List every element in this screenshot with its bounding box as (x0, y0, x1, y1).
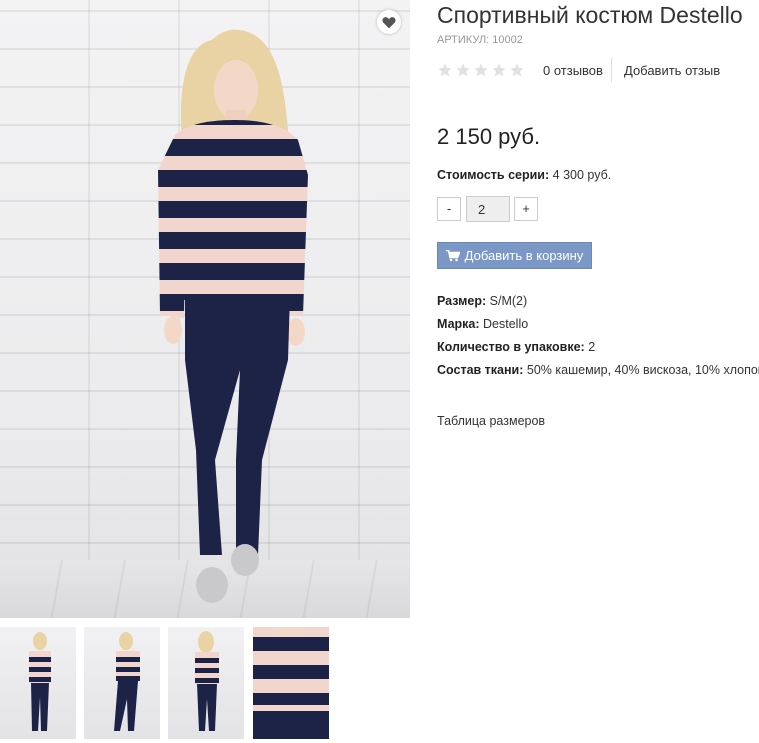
attribute-label: Размер: (437, 294, 487, 308)
thumbnail-side-image (114, 632, 140, 731)
model-illustration (158, 29, 308, 603)
attribute-brand: Марка: Destello (437, 315, 759, 338)
quantity-input[interactable] (466, 196, 510, 222)
attribute-value: Destello (483, 317, 529, 331)
thumbnail-side[interactable] (84, 627, 160, 739)
attribute-fabric: Состав ткани: 50% кашемир, 40% вискоза, … (437, 361, 759, 384)
series-price-value: 4 300 руб. (552, 168, 612, 182)
divider (611, 58, 612, 82)
thumbnail-front[interactable] (0, 627, 76, 739)
main-product-photo[interactable] (0, 0, 410, 618)
thumbnail-front-image (29, 632, 51, 731)
add-review-link[interactable]: Добавить отзыв (624, 63, 720, 78)
star-icon[interactable] (455, 62, 471, 78)
star-icon[interactable] (491, 62, 507, 78)
heart-icon (382, 16, 396, 28)
series-price-label: Стоимость серии: (437, 168, 550, 182)
star-icon[interactable] (509, 62, 525, 78)
attribute-label: Марка: (437, 317, 480, 331)
quantity-increase-button[interactable]: + (514, 197, 538, 221)
quantity-decrease-button[interactable]: - (437, 197, 461, 221)
attribute-label: Состав ткани: (437, 363, 524, 377)
product-title: Спортивный костюм Destello (437, 2, 743, 28)
attribute-value: 50% кашемир, 40% вискоза, 10% хлопок (526, 363, 759, 377)
attribute-size: Размер: S/M(2) (437, 292, 759, 315)
reviews-count-link[interactable]: 0 отзывов (543, 63, 603, 78)
sku-label: АРТИКУЛ: (437, 34, 490, 46)
star-icon[interactable] (437, 62, 453, 78)
attribute-label: Количество в упаковке: (437, 340, 585, 354)
product-price: 2 150 руб. (437, 124, 541, 149)
thumbnail-back[interactable] (168, 627, 244, 739)
attribute-pack-quantity: Количество в упаковке: 2 (437, 338, 759, 361)
rating-stars[interactable] (437, 62, 525, 78)
star-icon[interactable] (473, 62, 489, 78)
thumbnail-detail[interactable] (253, 627, 329, 739)
series-price: Стоимость серии: 4 300 руб. (437, 168, 611, 182)
product-attributes: Размер: S/M(2) Марка: Destello Количеств… (437, 292, 759, 384)
cart-icon (445, 249, 460, 261)
favorite-button[interactable] (377, 10, 401, 34)
thumbnail-detail-image (253, 627, 329, 739)
size-table-link[interactable]: Таблица размеров (437, 414, 545, 428)
add-to-cart-label: Добавить в корзину (464, 248, 584, 263)
attribute-value: S/M(2) (489, 294, 528, 308)
thumbnail-back-image (195, 631, 219, 731)
attribute-value: 2 (588, 340, 596, 354)
add-to-cart-button[interactable]: Добавить в корзину (437, 242, 592, 269)
sku: АРТИКУЛ: 10002 (437, 34, 523, 46)
sku-value: 10002 (492, 34, 523, 46)
